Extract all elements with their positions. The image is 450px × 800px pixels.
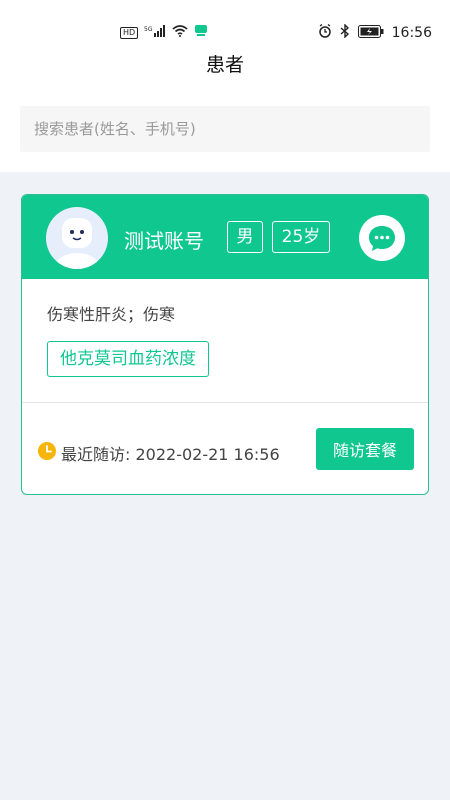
chat-button[interactable] bbox=[359, 215, 405, 261]
chat-bubble-icon bbox=[369, 226, 395, 251]
avatar-icon bbox=[55, 218, 99, 269]
signal-icon: 5G bbox=[144, 25, 166, 41]
status-bar: HD 5G 16:56 bbox=[0, 0, 450, 42]
hd-badge: HD bbox=[120, 27, 139, 39]
battery-icon bbox=[357, 24, 384, 42]
status-time: 16:56 bbox=[391, 25, 432, 41]
wifi-icon bbox=[172, 25, 188, 41]
drug-tag[interactable]: 他克莫司血药浓度 bbox=[47, 341, 209, 377]
divider bbox=[22, 402, 428, 403]
search-input[interactable] bbox=[20, 106, 430, 152]
page-title: 患者 bbox=[205, 53, 244, 76]
patient-card[interactable]: 测试账号 男 25岁 伤寒性肝炎；伤寒 他克莫司血药浓度 最近随访: 2022-… bbox=[21, 194, 429, 495]
last-visit-text: 最近随访: 2022-02-21 16:56 bbox=[61, 445, 280, 464]
patient-card-header: 测试账号 男 25岁 bbox=[22, 195, 428, 279]
signal-label: 5G bbox=[144, 26, 153, 33]
clock-icon bbox=[37, 441, 57, 465]
age-badge: 25岁 bbox=[272, 221, 330, 253]
avatar bbox=[46, 207, 108, 269]
gender-badge: 男 bbox=[227, 221, 263, 253]
follow-up-package-button[interactable]: 随访套餐 bbox=[316, 428, 414, 470]
nav-bar: 患者 bbox=[0, 40, 450, 86]
last-visit-row: 最近随访: 2022-02-21 16:56 bbox=[37, 441, 280, 465]
diagnosis-text: 伤寒性肝炎；伤寒 bbox=[47, 305, 176, 324]
search-section bbox=[0, 86, 450, 172]
patient-name: 测试账号 bbox=[124, 229, 204, 253]
